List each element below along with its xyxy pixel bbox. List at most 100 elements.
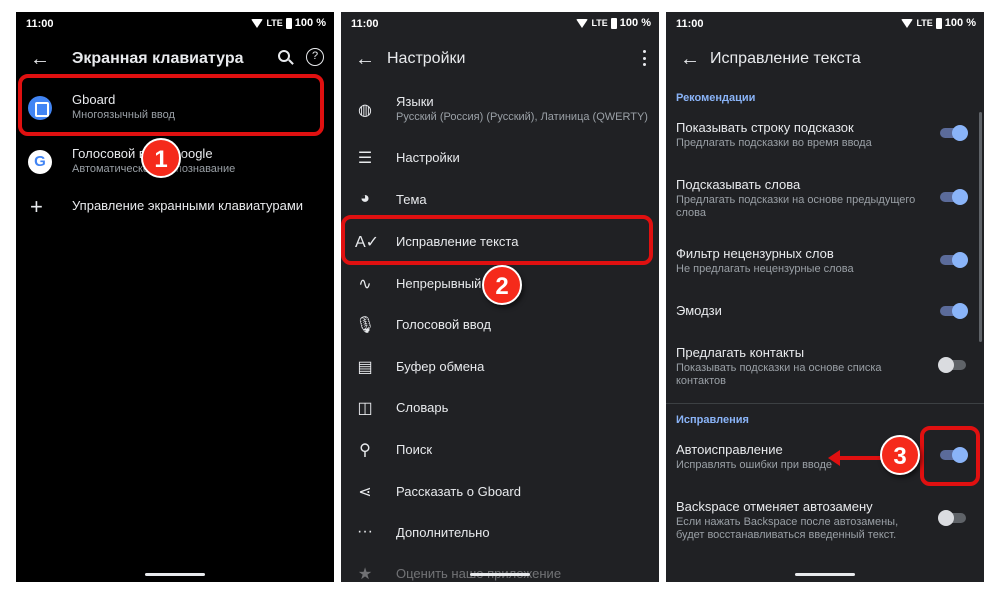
setting-next-word-suggestions[interactable]: Подсказывать слова Предлагать подсказки …	[666, 175, 984, 223]
item-title: Дополнительно	[396, 525, 490, 540]
setting-subtitle: Предлагать подсказки во время ввода	[676, 137, 872, 149]
search-icon[interactable]	[278, 50, 290, 62]
gesture-nav-bar[interactable]	[470, 573, 530, 576]
more-icon: ···	[357, 523, 373, 540]
toggle-switch-on[interactable]	[940, 125, 968, 141]
gesture-icon: ∿	[358, 276, 372, 293]
menu-item-theme[interactable]: ◕ Тема	[341, 190, 659, 214]
battery-level: 100 %	[294, 17, 326, 29]
setting-emoji[interactable]: Эмодзи	[666, 301, 984, 325]
setting-undo-autocorrect-on-backspace[interactable]: Backspace отменяет автозамену Если нажат…	[666, 497, 984, 545]
setting-subtitle: Если нажать Backspace после автозамены,	[676, 516, 899, 528]
menu-item-languages[interactable]: ◍ Языки Русский (Россия) (Русский), Лати…	[341, 92, 659, 132]
battery-icon	[285, 17, 292, 29]
mic-icon: 🎙︎	[355, 317, 376, 334]
setting-block-offensive-words[interactable]: Фильтр нецензурных слов Не предлагать не…	[666, 244, 984, 284]
step-badge-1: 1	[141, 138, 181, 178]
section-header-corrections: Исправления	[676, 414, 749, 426]
wifi-icon	[901, 18, 914, 28]
globe-icon: ◍	[358, 102, 372, 119]
battery-icon	[935, 17, 942, 29]
app-bar: ← Исправление текста	[666, 40, 984, 80]
item-title: Управление экранными клавиатурами	[72, 198, 304, 213]
setting-show-suggestion-strip[interactable]: Показывать строку подсказок Предлагать п…	[666, 118, 984, 158]
app-bar: ← Настройки	[341, 40, 659, 80]
back-arrow-icon[interactable]: ←	[28, 48, 52, 72]
toggle-switch-on[interactable]	[940, 303, 968, 319]
setting-subtitle-line2: контактов	[676, 375, 726, 387]
step-badge-2: 2	[482, 265, 522, 305]
plus-icon: +	[30, 194, 43, 219]
phone-screen-onscreen-keyboard: 11:00 LTE 100 % ← Экранная клавиатура ? …	[16, 12, 334, 582]
item-title: Голосовой ввод	[396, 317, 492, 332]
network-type: LTE	[591, 18, 608, 28]
phone-screen-gboard-settings: 11:00 LTE 100 % ← Настройки ◍ Языки Русс…	[341, 12, 659, 582]
setting-title: Backspace отменяет автозамену	[676, 499, 873, 514]
highlight-gboard	[18, 74, 324, 136]
setting-title: Фильтр нецензурных слов	[676, 246, 834, 261]
status-time: 11:00	[26, 18, 54, 30]
highlight-text-correction	[341, 215, 653, 265]
page-title: Экранная клавиатура	[72, 50, 244, 67]
network-type: LTE	[266, 18, 283, 28]
item-title: Поиск	[396, 442, 433, 457]
setting-title: Показывать строку подсказок	[676, 120, 854, 135]
setting-subtitle: Предлагать подсказки на основе предыдуще…	[676, 194, 916, 206]
wifi-icon	[576, 18, 589, 28]
setting-subtitle-line2: будет восстанавливаться введенный текст.	[676, 529, 897, 541]
setting-title: Предлагать контакты	[676, 345, 805, 360]
section-header-suggestions: Рекомендации	[676, 92, 756, 104]
help-icon[interactable]: ?	[306, 48, 324, 66]
setting-suggest-contacts[interactable]: Предлагать контакты Показывать подсказки…	[666, 343, 984, 391]
menu-item-search[interactable]: ⚲ Поиск	[341, 440, 659, 464]
google-g-icon: G	[28, 150, 52, 174]
page-title: Настройки	[387, 50, 466, 67]
status-bar: 11:00 LTE 100 %	[666, 12, 984, 36]
menu-item-voice-typing[interactable]: 🎙︎ Голосовой ввод	[341, 315, 659, 339]
setting-subtitle: Исправлять ошибки при вводе	[676, 459, 833, 471]
item-title: Настройки	[396, 150, 460, 165]
highlight-autocorrect-toggle	[920, 426, 980, 486]
toggle-switch-off[interactable]	[938, 357, 966, 373]
toggle-switch-off[interactable]	[938, 510, 966, 526]
menu-item-advanced[interactable]: ··· Дополнительно	[341, 523, 659, 547]
search-icon: ⚲	[359, 442, 371, 459]
status-time: 11:00	[351, 18, 379, 30]
toggle-switch-on[interactable]	[940, 252, 968, 268]
page-title: Исправление текста	[710, 50, 861, 67]
status-time: 11:00	[676, 18, 704, 30]
list-item-manage-keyboards[interactable]: + Управление экранными клавиатурами	[16, 194, 334, 222]
book-icon: ◫	[357, 400, 373, 417]
item-title: Тема	[396, 192, 427, 207]
battery-level: 100 %	[619, 17, 651, 29]
menu-item-preferences[interactable]: ☰ Настройки	[341, 148, 659, 172]
back-arrow-icon[interactable]: ←	[353, 48, 377, 72]
battery-level: 100 %	[944, 17, 976, 29]
scrollbar[interactable]	[979, 112, 982, 342]
menu-item-dictionary[interactable]: ◫ Словарь	[341, 398, 659, 422]
back-arrow-icon[interactable]: ←	[678, 48, 702, 72]
setting-title: Эмодзи	[676, 303, 722, 318]
menu-item-share-gboard[interactable]: ⋖ Рассказать о Gboard	[341, 482, 659, 506]
gesture-nav-bar[interactable]	[145, 573, 205, 576]
gesture-nav-bar[interactable]	[795, 573, 855, 576]
palette-icon: ◕	[360, 190, 370, 207]
phone-screen-text-correction: 11:00 LTE 100 % ← Исправление текста Рек…	[666, 12, 984, 582]
setting-title: Автоисправление	[676, 442, 783, 457]
menu-item-clipboard[interactable]: ▤ Буфер обмена	[341, 357, 659, 381]
item-title: Буфер обмена	[396, 359, 485, 374]
setting-title: Подсказывать слова	[676, 177, 801, 192]
setting-subtitle: Не предлагать нецензурные слова	[676, 263, 854, 275]
clipboard-icon: ▤	[357, 359, 373, 376]
status-bar: 11:00 LTE 100 %	[341, 12, 659, 36]
share-icon: ⋖	[358, 484, 372, 501]
sliders-icon: ☰	[357, 150, 373, 167]
toggle-switch-on[interactable]	[940, 189, 968, 205]
item-title: Рассказать о Gboard	[396, 484, 521, 499]
status-bar: 11:00 LTE 100 %	[16, 12, 334, 36]
battery-icon	[610, 17, 617, 29]
item-subtitle: Русский (Россия) (Русский), Латиница (QW…	[396, 111, 648, 123]
step-badge-3: 3	[880, 435, 920, 475]
more-options-icon[interactable]	[641, 48, 647, 68]
network-type: LTE	[916, 18, 933, 28]
